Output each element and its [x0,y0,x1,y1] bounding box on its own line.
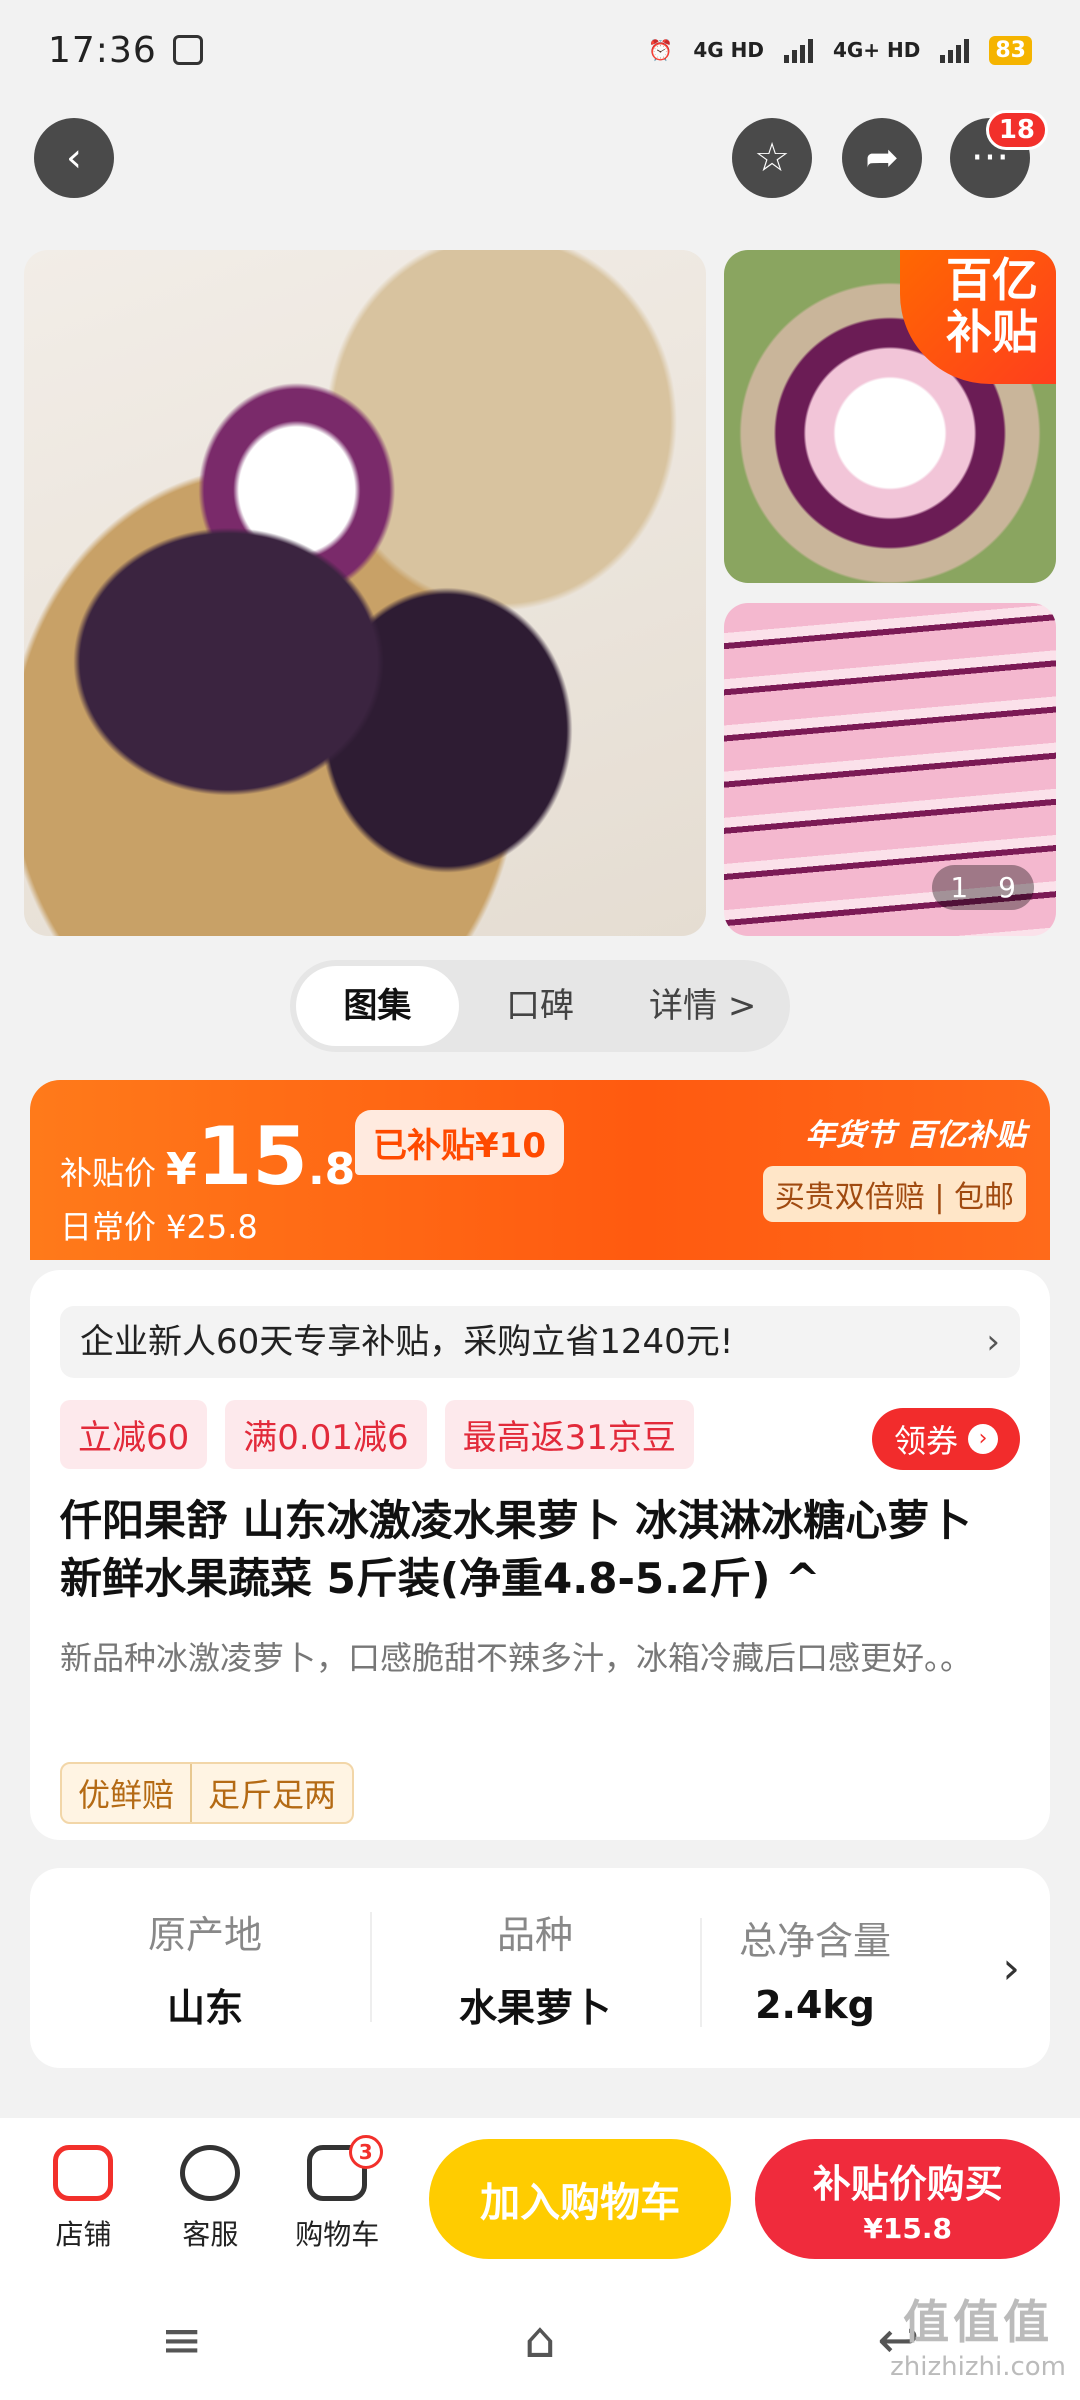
buy-now-button[interactable]: 补贴价购买 ¥15.8 [755,2139,1060,2259]
star-icon: ☆ [754,135,790,181]
enterprise-notice[interactable]: 企业新人60天专享补贴，采购立省1240元! › [60,1306,1020,1378]
sim-icon [172,35,203,65]
spec-value: 山东 [166,1986,243,2030]
signal-icon-2 [940,37,970,63]
price-currency: ¥ [166,1144,197,1195]
chat-smile-icon [180,2145,241,2201]
price-decimal: .8 [307,1144,356,1195]
product-gallery: 百亿 补贴 1 9 [24,250,1056,936]
event-badge[interactable]: 年货节 百亿补贴 [806,1110,1026,1154]
status-right: ⏰ 4G HD 4G+ HD 83 [648,35,1032,65]
customer-service-button[interactable]: 客服 [147,2145,274,2253]
subsidized-amount-badge: 已补贴¥10 [355,1110,564,1175]
chevron-right-icon: › [968,1424,998,1454]
guarantee-badge: 买贵双倍赔 | 包邮 [762,1166,1026,1222]
add-to-cart-button[interactable]: 加入购物车 [428,2139,732,2259]
spec-value: 水果萝卜 [458,1986,611,2030]
share-button[interactable]: ➦ [842,118,922,198]
spec-origin: 原产地 山东 [40,1904,370,2032]
more-button[interactable]: ··· 18 [950,110,1048,198]
menu-icon[interactable]: ≡ [161,2311,203,2369]
service-tag: 足斤足两 [190,1764,352,1822]
favorite-button[interactable]: ☆ [732,118,812,198]
coupon-list: 立减60 满0.01减6 最高返31京豆 [60,1400,694,1469]
notification-badge: 18 [985,110,1048,150]
image-counter-total: 9 [998,871,1016,904]
buy-price: ¥15.8 [863,2212,952,2245]
watermark: 值值值 zhizhizhi.com [890,2286,1066,2382]
service-label: 客服 [182,2218,239,2251]
spec-key: 品种 [496,1913,573,1957]
coupon-item[interactable]: 立减60 [60,1400,208,1469]
share-icon: ➦ [865,135,899,181]
product-info-card: 企业新人60天专享补贴，采购立省1240元! › 立减60 满0.01减6 最高… [30,1270,1050,1840]
watermark-url: zhizhizhi.com [890,2352,1066,2382]
price-label: 补贴价 [60,1154,157,1192]
price-integer: 15 [196,1110,308,1203]
store-label: 店铺 [55,2218,112,2251]
product-description: 新品种冰激凌萝卜，口感脆甜不辣多汁，冰箱冷藏后口感更好。。 [60,1639,973,1677]
spec-key: 原产地 [147,1913,262,1957]
claim-coupon-button[interactable]: 领券 › [871,1408,1020,1470]
chevron-left-icon: ‹ [66,135,82,181]
corner-line-1: 百亿 [946,253,1038,307]
tab-details[interactable]: 详情 > [621,966,784,1046]
product-detail-page: 17:36 ⏰ 4G HD 4G+ HD 83 ‹ ☆ ➦ ··· 18 百亿 … [0,0,1080,2400]
coupon-item[interactable]: 满0.01减6 [225,1400,427,1469]
claim-coupon-label: 领券 [893,1422,958,1460]
battery-indicator: 83 [989,35,1032,65]
home-icon[interactable]: ⌂ [524,2311,556,2369]
chevron-right-icon: › [986,1322,1000,1362]
service-tag: 优鲜赔 [78,1776,175,1814]
network-label-2: 4G+ HD [832,38,921,62]
product-image-main[interactable] [24,250,706,936]
coupon-item[interactable]: 最高返31京豆 [444,1400,694,1469]
notice-text: 企业新人60天专享补贴，采购立省1240元! [80,1322,734,1362]
cart-button[interactable]: 3 购物车 [274,2135,401,2253]
image-counter: 1 9 [932,865,1034,910]
status-bar: 17:36 ⏰ 4G HD 4G+ HD 83 [0,0,1080,100]
price-banner: 补贴价 ¥ 15 .8 已补贴¥10 日常价 ¥25.8 年货节 百亿补贴 买贵… [30,1080,1050,1260]
watermark-logo: 值值值 [903,2295,1054,2349]
spec-card[interactable]: 原产地 山东 品种 水果萝卜 总净含量 2.4kg › [30,1868,1050,2068]
corner-line-2: 补贴 [946,305,1038,359]
status-time: 17:36 [48,29,157,71]
back-button[interactable]: ‹ [34,118,114,198]
signal-icon [783,37,813,63]
product-title[interactable]: 仟阳果舒 山东冰激凌水果萝卜 冰淇淋冰糖心萝卜 新鲜水果蔬菜 5斤装(净重4.8… [60,1492,1020,1608]
image-counter-current: 1 [950,871,969,904]
subsidy-price: 补贴价 ¥ 15 .8 [60,1110,355,1203]
spec-value: 2.4kg [755,1982,875,2027]
tab-gallery[interactable]: 图集 [296,966,459,1046]
store-icon [53,2145,114,2201]
spec-net-weight: 总净含量 2.4kg [700,1910,930,2027]
service-tags[interactable]: 优鲜赔 足斤足两 [60,1762,355,1824]
store-button[interactable]: 店铺 [20,2145,147,2253]
network-label-1: 4G HD [693,38,764,62]
buy-label: 补贴价购买 [812,2162,1003,2206]
tab-reviews[interactable]: 口碑 [459,966,622,1046]
gallery-tabs: 图集 口碑 详情 > [290,960,790,1052]
alarm-icon: ⏰ [648,38,674,62]
daily-price: 日常价 ¥25.8 [60,1208,258,1246]
cart-count-badge: 3 [348,2135,383,2169]
product-image-side-2[interactable]: 1 9 [724,603,1056,936]
cart-label: 购物车 [295,2218,380,2251]
subsidy-corner-badge: 百亿 补贴 [900,250,1056,384]
spec-key: 总净含量 [738,1918,891,1963]
bottom-action-bar: 店铺 客服 3 购物车 加入购物车 补贴价购买 ¥15.8 [0,2118,1080,2280]
product-image-side-1[interactable]: 百亿 补贴 [724,250,1056,583]
spec-variety: 品种 水果萝卜 [370,1904,700,2032]
chevron-right-icon[interactable]: › [1002,1943,1020,1994]
